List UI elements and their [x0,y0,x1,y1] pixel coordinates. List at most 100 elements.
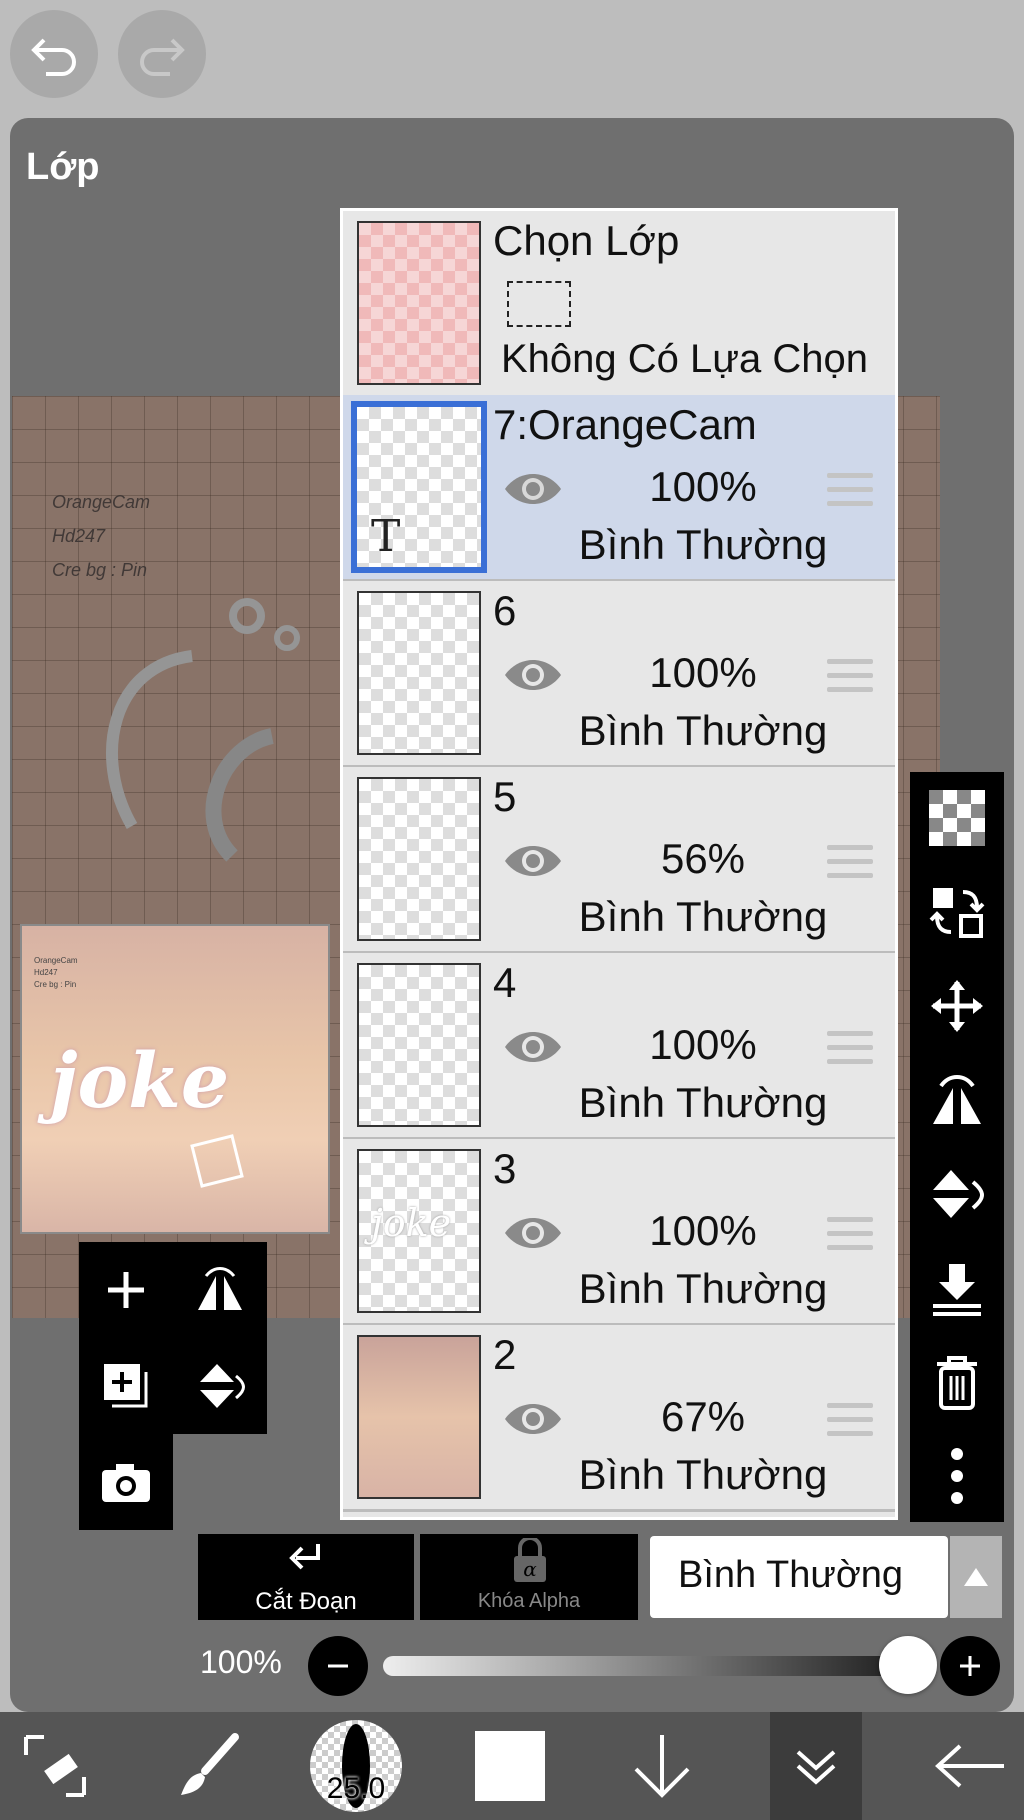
thumb-artwork-text: joke [50,1036,230,1125]
layer-opacity: 100% [649,649,757,696]
layer-blend-mode: Bình Thường [578,707,828,754]
layer-row[interactable]: T 7:OrangeCam 100% Bình Thường [343,395,895,582]
thumb-diamond-shape [190,1134,244,1188]
camera-icon [102,1464,150,1502]
layer-down-button[interactable] [620,1712,704,1820]
lock-icon: α [514,1538,546,1582]
credit-line: Hd247 [52,526,106,546]
opacity-slider[interactable] [383,1636,937,1694]
more-vertical-icon [951,1448,963,1504]
layer-blend-mode: Bình Thường [578,1451,828,1498]
layer-thumbnail: T [351,401,487,573]
eye-icon[interactable] [503,1025,563,1069]
move-button[interactable] [927,976,987,1036]
more-options-button[interactable] [927,1446,987,1506]
eye-icon[interactable] [503,1397,563,1441]
artwork-swirl-decoration [106,598,300,862]
transparency-button[interactable] [927,788,987,848]
drag-handle-icon[interactable] [827,845,873,881]
marquee-icon [507,281,571,327]
brush-size-preview: 25.0 [310,1720,402,1812]
opacity-increase-button[interactable] [940,1636,1000,1696]
merge-down-icon [933,1264,981,1316]
canvas-thumbnail[interactable]: OrangeCam Hd247 Cre bg : Pin joke [20,924,330,1234]
minus-icon [328,1664,348,1668]
back-button[interactable] [920,1712,1020,1820]
alpha-lock-label: Khóa Alpha [477,1590,581,1612]
arrow-left-icon [935,1744,1004,1788]
clipping-label: Cắt Đoạn [255,1588,357,1615]
layer-thumbnail [357,963,481,1127]
swap-icon [929,888,985,938]
thumb-credit: OrangeCam [34,956,78,965]
plus-icon [108,1272,144,1308]
blend-mode-value: Bình Thường [678,1554,904,1596]
flip-horizontal-icon [933,1075,981,1124]
double-chevron-down-icon [796,1750,836,1785]
swap-layer-button[interactable] [927,882,987,942]
layer-name: 3 [493,1145,517,1192]
merge-down-button[interactable] [927,1258,987,1318]
flip-vertical-right-button[interactable] [927,1164,987,1224]
flip-vertical-button[interactable] [173,1338,267,1434]
eye-icon[interactable] [503,467,563,511]
layer-row[interactable]: 4 100% Bình Thường [343,953,895,1140]
selection-layer-thumbnail [357,221,481,385]
blend-mode-select[interactable]: Bình Thường [650,1536,948,1618]
brush-size-value: 25.0 [326,1772,386,1805]
layer-list[interactable]: Chọn Lớp Không Có Lựa Chọn T 7:OrangeCam… [340,208,898,1520]
credit-line: Cre bg : Pin [52,560,148,580]
triangle-up-icon [964,1568,988,1586]
layer-row[interactable]: 5 56% Bình Thường [343,767,895,954]
clipping-button[interactable]: Cắt Đoạn [198,1534,414,1620]
select-tool-button[interactable] [0,1712,110,1820]
eye-icon[interactable] [503,839,563,883]
trash-icon [937,1356,977,1410]
selection-layer-row[interactable]: Chọn Lớp Không Có Lựa Chọn [343,211,895,398]
color-button[interactable] [470,1712,550,1820]
brush-size-button[interactable]: 25.0 [308,1712,404,1820]
layer-opacity: 100% [649,463,757,510]
drag-handle-icon[interactable] [827,1403,873,1439]
delete-layer-button[interactable] [927,1352,987,1412]
opacity-decrease-button[interactable] [308,1636,368,1696]
drag-handle-icon[interactable] [827,659,873,695]
eye-icon[interactable] [503,1211,563,1255]
layer-row[interactable]: 2 67% Bình Thường [343,1325,895,1512]
opacity-slider-thumb[interactable] [879,1636,937,1694]
add-layer-button[interactable] [79,1242,173,1338]
redo-icon [140,38,185,76]
undo-icon [31,38,76,76]
opacity-label: 100% [200,1644,282,1680]
layer-row[interactable]: joke 3 100% Bình Thường [343,1139,895,1326]
layer-blend-mode: Bình Thường [578,521,828,568]
right-toolbar [910,772,1004,1522]
layer-blend-mode: Bình Thường [578,1265,828,1312]
plus-icon [960,1656,980,1676]
layer-panel-toggle-button[interactable] [770,1712,862,1820]
flip-horizontal-button[interactable] [173,1242,267,1338]
layer-thumbnail [357,1335,481,1499]
layer-name: 6 [493,587,517,634]
drag-handle-icon[interactable] [827,473,873,509]
undo-button[interactable] [10,10,98,98]
flip-vertical-icon [200,1364,245,1408]
flip-horizontal-right-button[interactable] [927,1070,987,1130]
blend-mode-dropdown-button[interactable] [950,1536,1002,1618]
drag-handle-icon[interactable] [827,1217,873,1253]
camera-button[interactable] [79,1434,173,1530]
layer-thumb-text: joke [371,1201,452,1245]
bottom-toolbar: 25.0 [0,1712,1024,1820]
clip-arrow-icon [289,1544,320,1570]
duplicate-layer-button[interactable] [79,1338,173,1434]
eye-icon[interactable] [503,653,563,697]
layer-row[interactable]: 6 100% Bình Thường [343,581,895,768]
panel-title: Lớp [26,146,100,188]
redo-button[interactable] [118,10,206,98]
alpha-lock-button[interactable]: α Khóa Alpha [420,1534,638,1620]
drag-handle-icon[interactable] [827,1031,873,1067]
move-arrows-icon [931,980,983,1032]
layer-name: 4 [493,959,517,1006]
brush-tool-button[interactable] [160,1712,260,1820]
copy-layer-icon [104,1364,148,1408]
